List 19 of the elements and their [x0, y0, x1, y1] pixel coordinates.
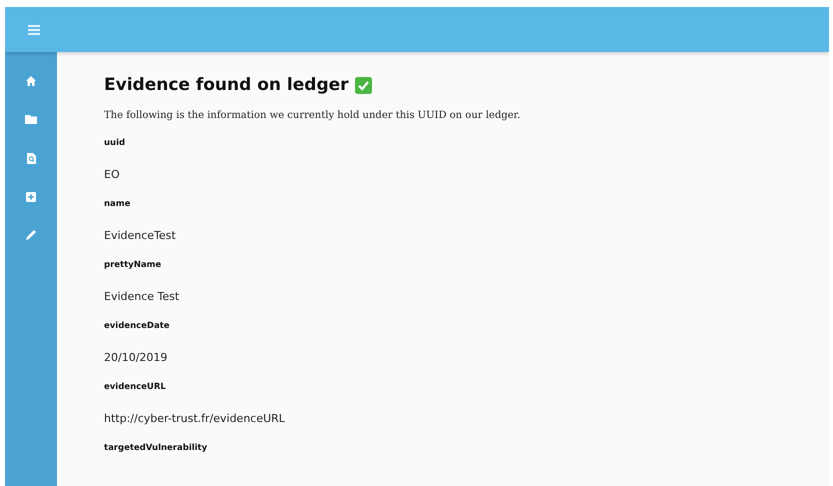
intro-text: The following is the information we currently hold under this UUID on our ledger.	[104, 110, 522, 121]
field-value: EO	[104, 168, 121, 182]
field-label: evidenceURL	[104, 382, 167, 394]
pencil-icon[interactable]	[26, 230, 36, 240]
field-value: Evidence Test	[104, 290, 180, 304]
menu-icon[interactable]	[28, 24, 40, 34]
home-icon[interactable]	[26, 76, 36, 86]
field-label: prettyName	[104, 260, 162, 272]
field-label: name	[104, 199, 132, 211]
folder-icon[interactable]	[25, 115, 37, 124]
field-label: uuid	[104, 138, 126, 150]
add-icon[interactable]	[26, 192, 36, 202]
field-value: 20/10/2019	[104, 351, 168, 365]
field-value: http://cyber-trust.fr/evidenceURL	[104, 412, 286, 426]
field-value: EvidenceTest	[104, 229, 177, 243]
page-title: Evidence found on ledger	[104, 75, 349, 95]
field-label: evidenceDate	[104, 321, 171, 333]
document-search-icon[interactable]	[26, 152, 36, 164]
field-label: targetedVulnerability	[104, 443, 208, 455]
